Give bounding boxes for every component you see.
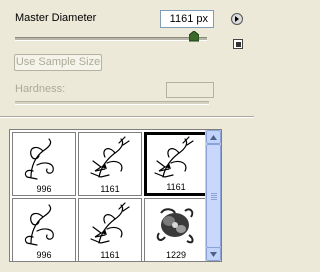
master-diameter-input[interactable]: 1161 px [160, 10, 214, 28]
brush-stroke-icon [24, 138, 54, 180]
scroll-thumb[interactable] [206, 144, 221, 248]
brush-preset-tile-selected[interactable]: 1161 [144, 132, 208, 196]
brush-preset-tile[interactable]: 1229 [144, 198, 208, 261]
scroll-down-button[interactable] [206, 247, 221, 261]
brush-stroke-icon [90, 202, 130, 244]
brush-preset-tile[interactable]: 1161 [78, 132, 142, 196]
chevron-up-icon [210, 134, 217, 140]
master-diameter-slider-track[interactable] [15, 37, 207, 41]
brush-size-label: 1161 [100, 184, 120, 194]
brush-size-label: 1161 [166, 182, 186, 192]
brush-preset-tile[interactable]: 996 [12, 198, 76, 261]
brush-preset-tile[interactable]: 1161 [78, 198, 142, 261]
brush-list-scrollbar[interactable] [205, 130, 221, 261]
brush-size-label: 1229 [165, 250, 187, 260]
brush-preset-list: 996 1161 1161 996 1161 1229 [9, 129, 222, 262]
master-diameter-slider-thumb[interactable] [188, 30, 200, 42]
brush-size-label: 996 [36, 184, 52, 194]
new-preset-icon[interactable] [233, 39, 243, 49]
brush-stroke-icon [90, 136, 130, 178]
brush-size-label: 996 [36, 250, 52, 260]
hardness-slider-track[interactable] [15, 101, 209, 105]
brush-preset-tile[interactable]: 996 [12, 132, 76, 196]
hardness-label: Hardness: [15, 83, 66, 95]
scroll-up-button[interactable] [206, 130, 221, 144]
flyout-menu-icon[interactable] [231, 13, 243, 25]
chevron-down-icon [210, 251, 217, 257]
brush-size-label: 1161 [100, 250, 120, 260]
hardness-input[interactable] [166, 82, 214, 98]
brush-blot-icon [156, 208, 194, 244]
section-divider [0, 116, 254, 118]
brush-stroke-icon [24, 204, 54, 246]
brush-stroke-icon [154, 136, 194, 178]
master-diameter-label: Master Diameter [15, 12, 97, 24]
use-sample-size-button[interactable]: Use Sample Size [14, 54, 102, 71]
